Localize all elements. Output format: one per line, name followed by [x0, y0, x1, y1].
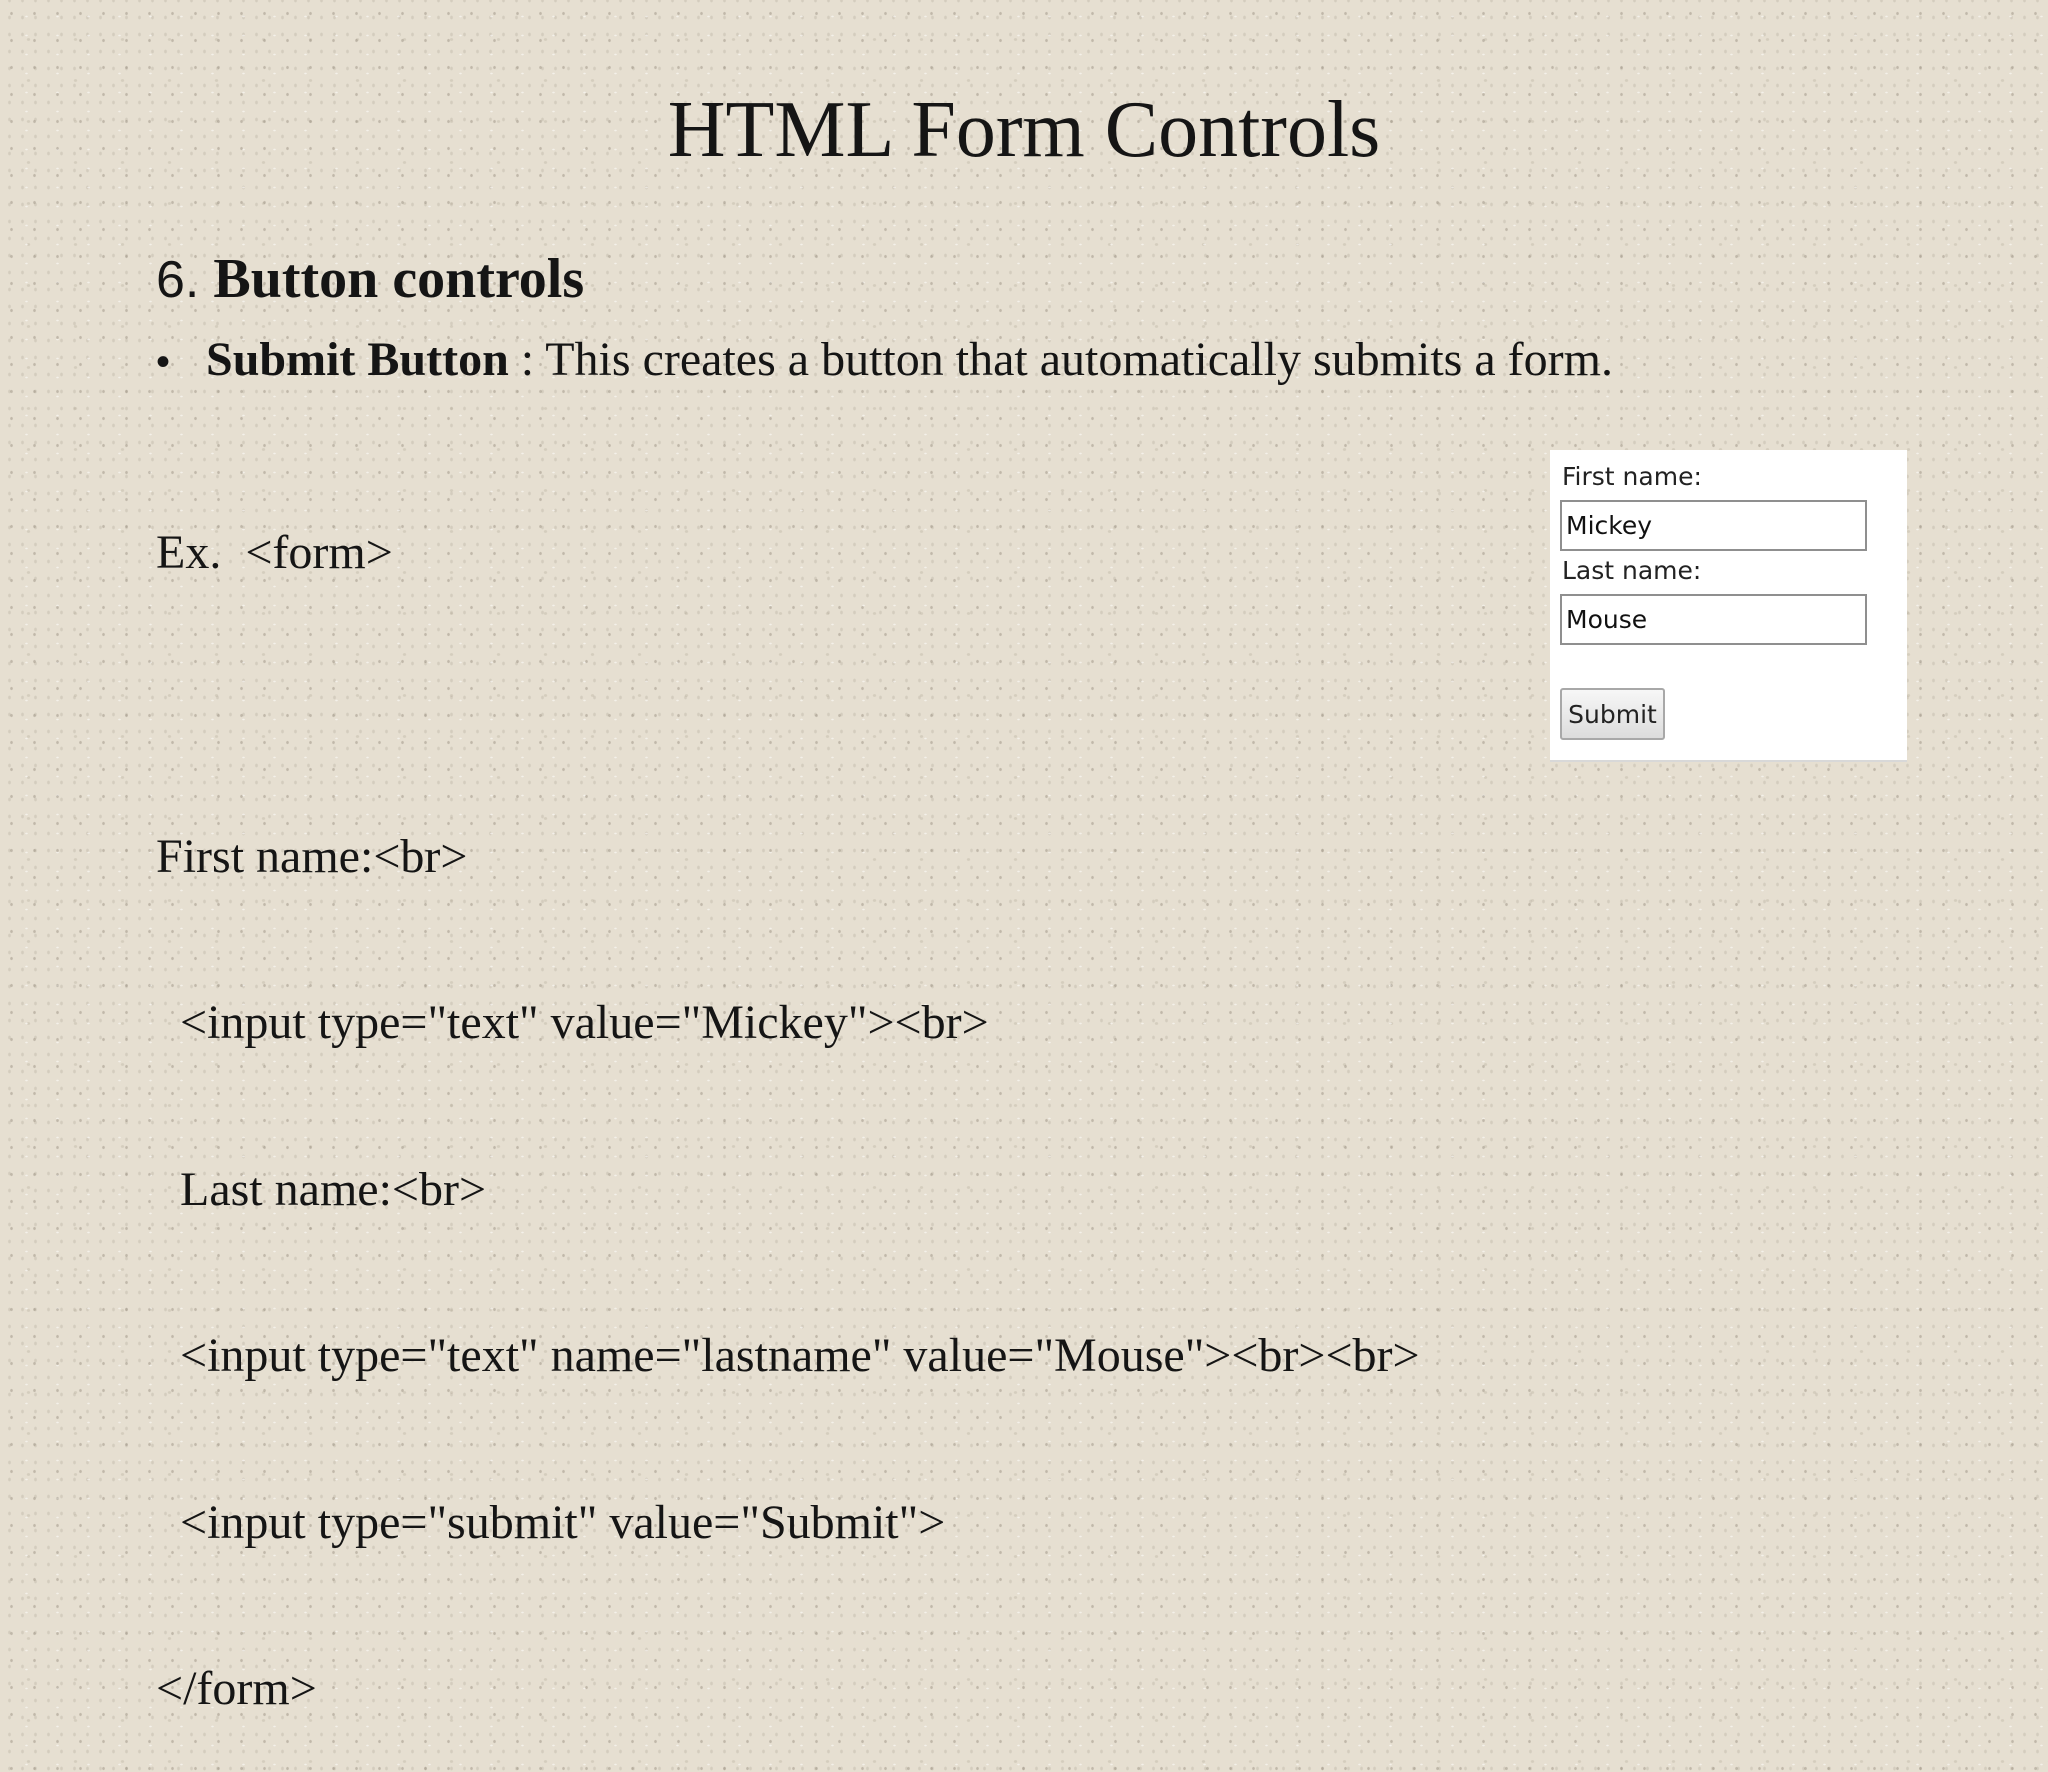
first-name-label: First name: [1562, 462, 1702, 491]
code-line: </form> [156, 1662, 317, 1715]
bullet-description: : This creates a button that automatical… [508, 333, 1613, 386]
section-title: Button controls [213, 248, 585, 310]
code-example: Ex. <form> First name:<br> <input type="… [156, 414, 1420, 1772]
section-heading: 6. Button controls [156, 246, 584, 313]
code-line: <input type="submit" value="Submit"> [156, 1495, 946, 1549]
form-preview-panel: First name: Last name: Submit [1550, 450, 1907, 762]
last-name-label: Last name: [1562, 556, 1702, 585]
bullet-item: • Submit Button : This creates a button t… [156, 330, 1613, 392]
first-name-input[interactable] [1560, 500, 1867, 551]
code-line: Last name:<br> [156, 1162, 487, 1216]
code-line: <input type="text" name="lastname" value… [156, 1329, 1420, 1382]
submit-button[interactable]: Submit [1560, 688, 1665, 740]
code-spacer [156, 692, 1420, 718]
code-line: Ex. <form> [156, 526, 393, 579]
bullet-term: Submit Button [206, 333, 509, 386]
last-name-input[interactable] [1560, 594, 1867, 645]
section-number: 6. [156, 251, 200, 309]
bullet-icon: • [156, 340, 171, 384]
code-line: <input type="text" value="Mickey"><br> [156, 996, 989, 1049]
slide-title: HTML Form Controls [667, 86, 1381, 174]
code-line: First name:<br> [156, 829, 468, 883]
